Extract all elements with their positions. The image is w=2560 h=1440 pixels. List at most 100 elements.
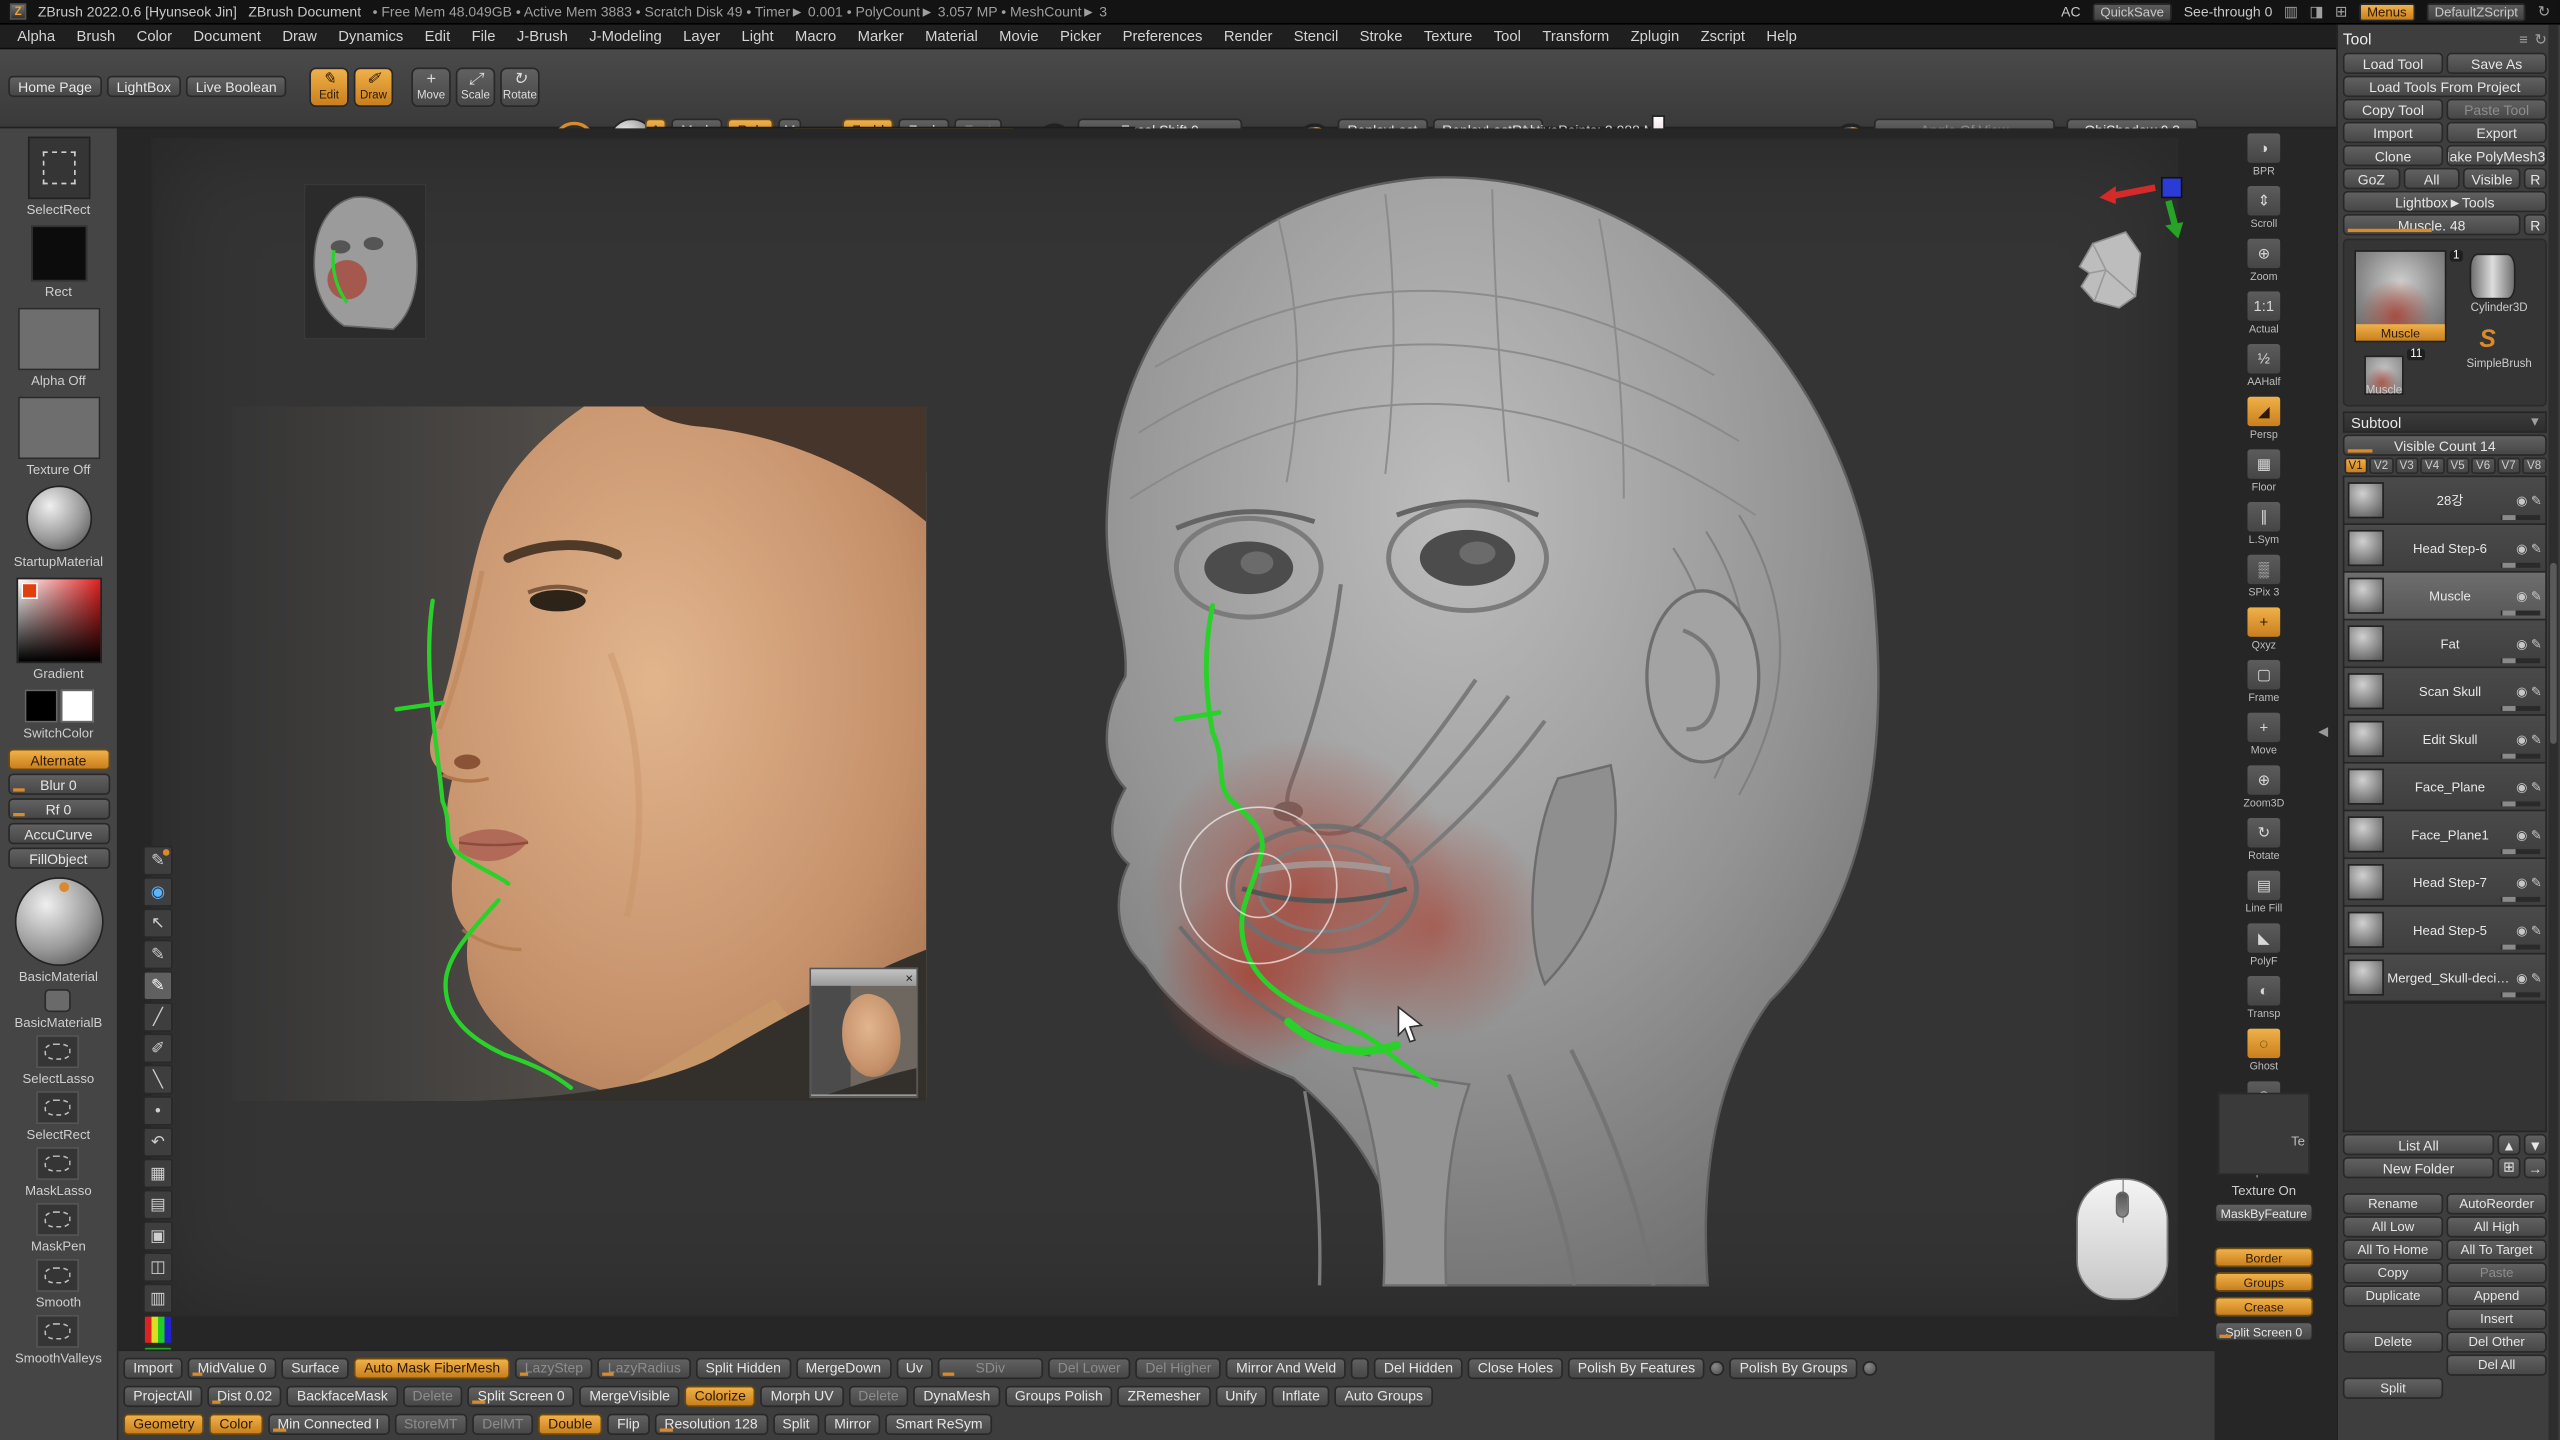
bottom-shelf-button[interactable]: Split Screen 0 bbox=[468, 1385, 575, 1406]
subtool-row[interactable]: Muscle ◉ ✎ bbox=[2344, 573, 2545, 621]
subtool-paint-icon[interactable]: ✎ bbox=[2531, 588, 2542, 603]
menu-item[interactable]: Stencil bbox=[1283, 28, 1349, 44]
subtool-mini-slider[interactable] bbox=[2501, 658, 2540, 663]
right-shelf-item[interactable]: ⊕ Zoom3D bbox=[2243, 764, 2284, 810]
right-shelf-icon[interactable]: ◌ bbox=[2246, 1027, 2282, 1060]
bottom-shelf-button[interactable]: Inflate bbox=[1272, 1385, 1330, 1406]
paste-tool-button[interactable]: Paste Tool bbox=[2446, 99, 2546, 120]
right-shelf-icon[interactable]: ↻ bbox=[2246, 816, 2282, 849]
right-shelf-icon[interactable]: ∥ bbox=[2246, 500, 2282, 533]
right-shelf-item[interactable]: ▒ SPix 3 bbox=[2246, 553, 2282, 599]
subtool-mini-slider[interactable] bbox=[2501, 801, 2540, 806]
subtool-row[interactable]: Head Step-6 ◉ ✎ bbox=[2344, 525, 2545, 573]
bottom-shelf-button[interactable]: BackfaceMask bbox=[287, 1385, 398, 1406]
current-stroke[interactable]: Rect bbox=[30, 225, 86, 299]
subtool-action-button[interactable]: Del Other bbox=[2446, 1331, 2546, 1352]
subtool-mini-slider[interactable] bbox=[2501, 563, 2540, 568]
subtool-action-button[interactable]: Delete bbox=[2343, 1331, 2443, 1352]
menu-item[interactable]: Document bbox=[183, 28, 272, 44]
right-shelf-item[interactable]: ⇕ Scroll bbox=[2246, 184, 2282, 230]
main-color-swatch[interactable] bbox=[24, 690, 57, 723]
right-shelf-icon[interactable]: + bbox=[2246, 606, 2282, 639]
subtool-row[interactable]: Head Step-5 ◉ ✎ bbox=[2344, 907, 2545, 955]
right-shelf-icon[interactable]: ◢ bbox=[2246, 395, 2282, 428]
bottom-shelf-button[interactable]: Unify bbox=[1215, 1385, 1267, 1406]
fillobject-button[interactable]: FillObject bbox=[7, 848, 109, 869]
menus-button[interactable]: Menus bbox=[2359, 2, 2415, 20]
subtool-thumbnail[interactable] bbox=[2348, 816, 2384, 852]
bottom-shelf-button[interactable]: StoreMT bbox=[394, 1413, 467, 1434]
subtool-action-button[interactable]: Duplicate bbox=[2343, 1285, 2443, 1306]
subtool-paint-icon[interactable]: ✎ bbox=[2531, 493, 2542, 508]
menu-item[interactable]: Material bbox=[914, 28, 988, 44]
subtool-paint-icon[interactable]: ✎ bbox=[2531, 732, 2542, 747]
subtool-visibility-eye-icon[interactable]: ◉ bbox=[2516, 779, 2527, 794]
right-shelf-icon[interactable]: ⊕ bbox=[2246, 237, 2282, 270]
save-as-button[interactable]: Save As bbox=[2446, 53, 2546, 74]
bottom-shelf-button[interactable]: DelMT bbox=[472, 1413, 533, 1434]
canvas-tool-icon[interactable]: ✎ bbox=[143, 846, 173, 876]
subtool-paint-icon[interactable]: ✎ bbox=[2531, 827, 2542, 842]
right-shelf-icon[interactable]: ◣ bbox=[2246, 922, 2282, 955]
clone-button[interactable]: Clone bbox=[2343, 145, 2443, 166]
subtool-thumbnail[interactable] bbox=[2348, 578, 2384, 614]
bottom-shelf-button[interactable]: Del Higher bbox=[1136, 1357, 1222, 1378]
canvas-tool-icon[interactable]: ↖ bbox=[143, 908, 173, 938]
quick-brush-item[interactable]: SmoothValleys bbox=[15, 1315, 102, 1366]
menu-item[interactable]: Render bbox=[1213, 28, 1283, 44]
bottom-shelf-button[interactable]: Delete bbox=[848, 1385, 908, 1406]
tool-r-button[interactable]: R bbox=[2524, 214, 2547, 235]
canvas-tool-icon[interactable]: ◫ bbox=[143, 1252, 173, 1282]
reload-icon[interactable]: ↻ bbox=[2538, 2, 2550, 20]
goz-button[interactable]: GoZ bbox=[2343, 168, 2400, 189]
menu-item[interactable]: Zscript bbox=[1690, 28, 1756, 44]
subtool-section-header[interactable]: Subtool ▾ bbox=[2343, 411, 2547, 432]
mask-by-feature-button[interactable]: MaskByFeature bbox=[2214, 1203, 2313, 1223]
subtool-paint-icon[interactable]: ✎ bbox=[2531, 875, 2542, 890]
goz-r-button[interactable]: R bbox=[2524, 168, 2547, 189]
right-shelf-item[interactable]: ◌ Ghost bbox=[2246, 1027, 2282, 1073]
canvas-tool-icon[interactable]: ✐ bbox=[143, 1034, 173, 1064]
layout-split-icon[interactable]: ◨ bbox=[2309, 2, 2323, 20]
bottom-shelf-button[interactable]: Auto Groups bbox=[1335, 1385, 1433, 1406]
palette-swatch-icon[interactable] bbox=[143, 1315, 173, 1345]
spotlight-inset-window[interactable]: × bbox=[809, 968, 918, 1098]
subtool-paint-icon[interactable]: ✎ bbox=[2531, 970, 2542, 985]
menu-item[interactable]: File bbox=[461, 28, 506, 44]
canvas-tool-icon[interactable]: • bbox=[143, 1096, 173, 1126]
subtool-action-button[interactable]: All To Target bbox=[2446, 1239, 2546, 1260]
subtool-visibility-eye-icon[interactable]: ◉ bbox=[2516, 684, 2527, 699]
bottom-shelf-button[interactable]: Smart ReSym bbox=[886, 1413, 993, 1434]
right-shelf-item[interactable]: + Move bbox=[2246, 711, 2282, 757]
menu-item[interactable]: J-Modeling bbox=[579, 28, 673, 44]
lightbox-button[interactable]: LightBox bbox=[107, 76, 181, 97]
quick-brush-item[interactable]: MaskPen bbox=[31, 1203, 86, 1254]
subtool-mini-slider[interactable] bbox=[2501, 849, 2540, 854]
scale-mode-button[interactable]: ⤢Scale bbox=[456, 67, 495, 106]
color-picker[interactable]: Gradient bbox=[16, 578, 102, 682]
subtool-thumbnail[interactable] bbox=[2348, 769, 2384, 805]
subtool-thumbnail[interactable] bbox=[2348, 912, 2384, 948]
right-shelf-item[interactable]: + Qxyz bbox=[2246, 606, 2282, 652]
subtool-row[interactable]: Scan Skull ◉ ✎ bbox=[2344, 668, 2545, 716]
right-shelf-item[interactable]: ▦ Floor bbox=[2246, 448, 2282, 494]
menu-item[interactable]: Marker bbox=[847, 28, 914, 44]
panel-scrollbar[interactable] bbox=[2548, 25, 2558, 1440]
lightbox-tools-button[interactable]: Lightbox►Tools bbox=[2343, 191, 2547, 212]
current-alpha[interactable]: Alpha Off bbox=[17, 308, 99, 389]
panel-collapse-arrow[interactable]: ◀ bbox=[2318, 724, 2328, 739]
make-polymesh3d-button[interactable]: Make PolyMesh3D bbox=[2446, 145, 2546, 166]
subtool-action-button[interactable]: All Low bbox=[2343, 1216, 2443, 1237]
right-shelf-icon[interactable]: ▦ bbox=[2246, 448, 2282, 481]
rf-slider[interactable]: Rf 0 bbox=[7, 798, 109, 819]
copy-tool-button[interactable]: Copy Tool bbox=[2343, 99, 2443, 120]
bottom-shelf-button[interactable]: ProjectAll bbox=[123, 1385, 202, 1406]
bottom-shelf-button[interactable]: Morph UV bbox=[761, 1385, 844, 1406]
subtool-tab[interactable]: V6 bbox=[2471, 458, 2495, 474]
basic-material-b-thumbnail[interactable] bbox=[45, 989, 71, 1012]
rotate-mode-button[interactable]: ↻Rotate bbox=[500, 67, 539, 106]
inset-photo[interactable] bbox=[811, 986, 916, 1095]
current-texture[interactable]: Texture Off bbox=[17, 397, 99, 478]
subtool-paint-icon[interactable]: ✎ bbox=[2531, 636, 2542, 651]
menu-item[interactable]: Picker bbox=[1049, 28, 1112, 44]
